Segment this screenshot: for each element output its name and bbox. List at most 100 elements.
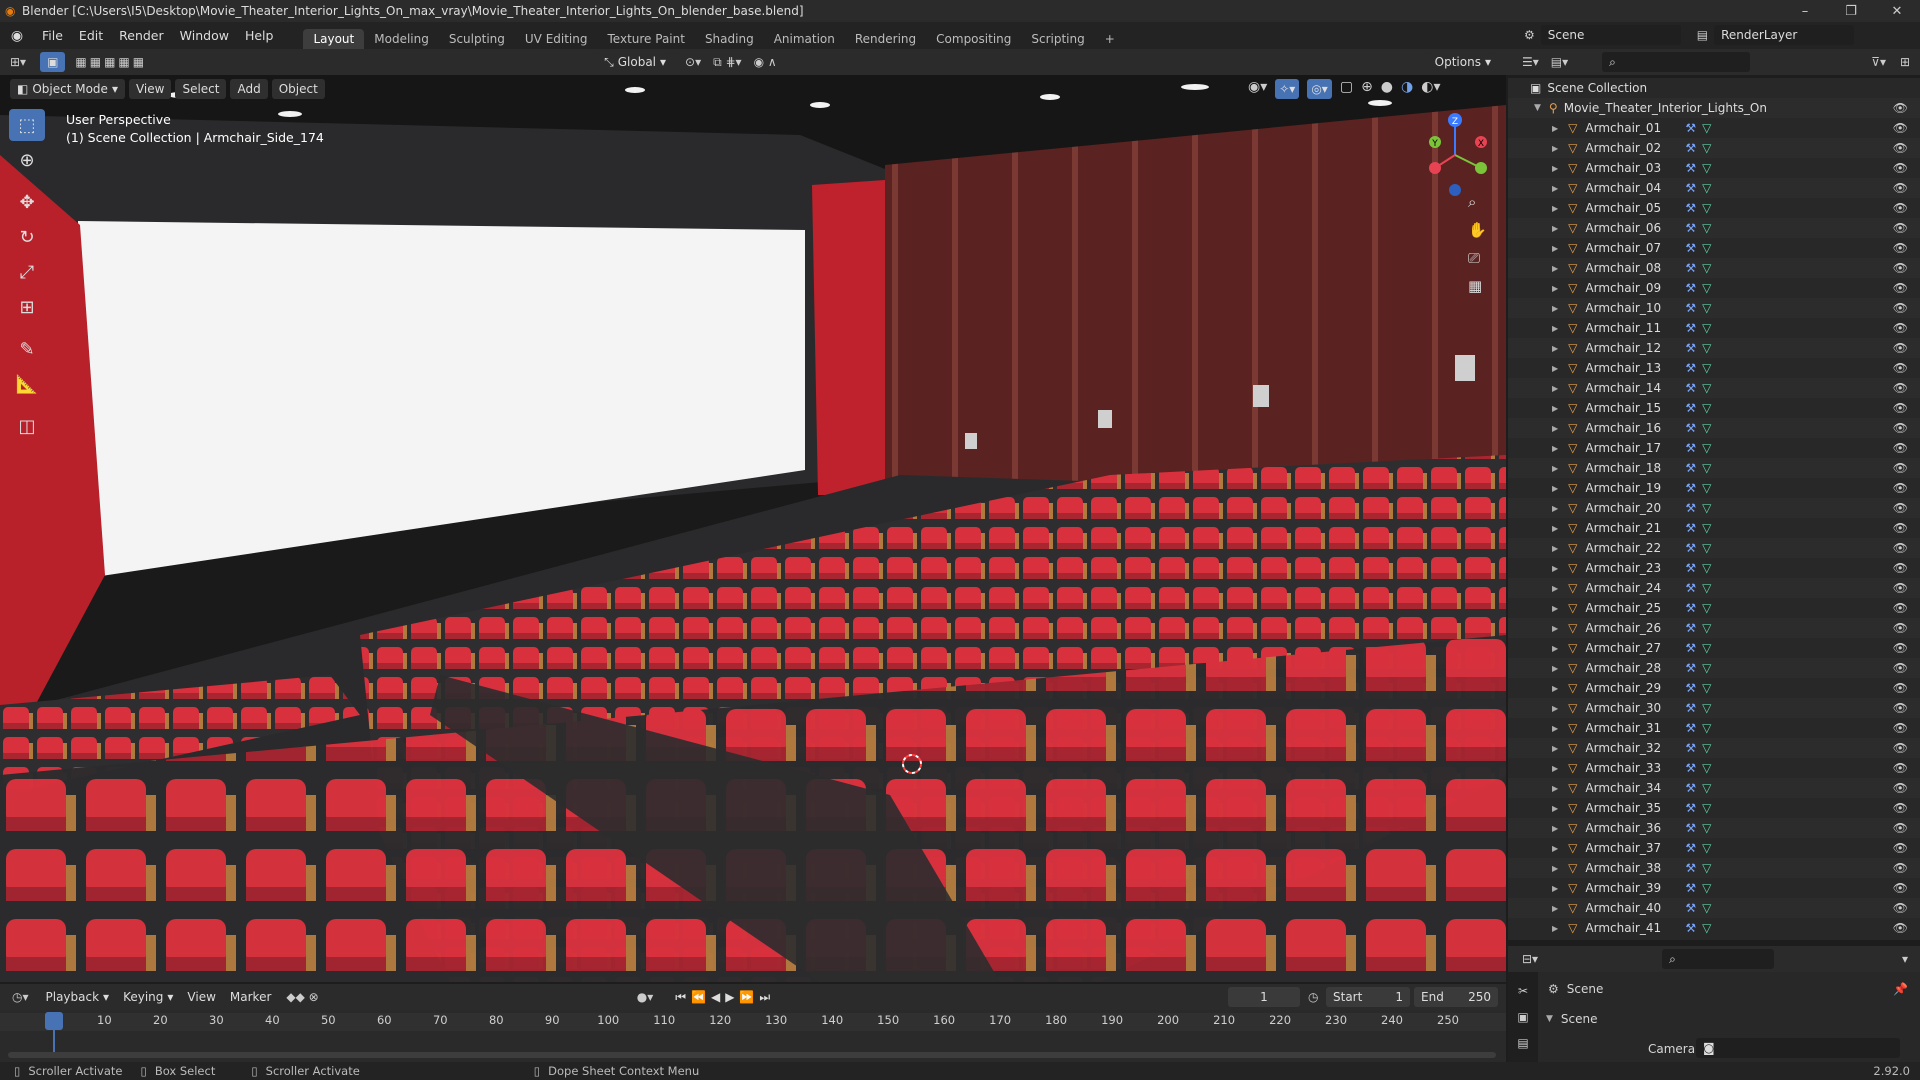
menu-playback[interactable]: Playback ▾ (38, 987, 117, 1007)
outliner-item[interactable]: ▶ ▽ Armchair_12 ⚒ ▽ 👁 (1508, 338, 1920, 358)
eye-icon[interactable]: 👁 (1893, 301, 1908, 315)
timeline-editor-icon[interactable]: ◷▾ (12, 990, 29, 1004)
expand-arrow-icon[interactable]: ▶ (1552, 204, 1558, 213)
expand-arrow-icon[interactable]: ▶ (1552, 484, 1558, 493)
modifier-wrench-icon[interactable]: ⚒ (1685, 801, 1696, 815)
modifier-wrench-icon[interactable]: ⚒ (1685, 821, 1696, 835)
keyframe-icons[interactable]: ◆◆ ⊗ (286, 990, 318, 1004)
eye-icon[interactable]: 👁 (1893, 101, 1908, 115)
modifier-wrench-icon[interactable]: ⚒ (1685, 841, 1696, 855)
render-tab-icon[interactable]: ▣ (1517, 1010, 1528, 1024)
expand-arrow-icon[interactable]: ▶ (1552, 224, 1558, 233)
mesh-data-icon[interactable]: ▽ (1702, 181, 1711, 195)
mesh-data-icon[interactable]: ▽ (1702, 721, 1711, 735)
playhead[interactable] (45, 1012, 63, 1030)
modifier-wrench-icon[interactable]: ⚒ (1685, 601, 1696, 615)
close-button[interactable]: ✕ (1874, 0, 1920, 22)
outliner-item[interactable]: ▶ ▽ Armchair_27 ⚒ ▽ 👁 (1508, 638, 1920, 658)
expand-arrow-icon[interactable]: ▶ (1552, 744, 1558, 753)
mesh-data-icon[interactable]: ▽ (1702, 421, 1711, 435)
mesh-data-icon[interactable]: ▽ (1702, 801, 1711, 815)
eye-icon[interactable]: 👁 (1893, 381, 1908, 395)
menu-view[interactable]: View (128, 79, 172, 99)
expand-arrow-icon[interactable]: ▶ (1552, 444, 1558, 453)
outliner-item[interactable]: ▶ ▽ Armchair_25 ⚒ ▽ 👁 (1508, 598, 1920, 618)
timeline-scrollbar[interactable] (8, 1052, 1496, 1058)
properties-options-icon[interactable]: ▾ (1902, 952, 1908, 966)
blender-menu-icon[interactable]: ◉ (0, 28, 34, 44)
eye-icon[interactable]: 👁 (1893, 681, 1908, 695)
modifier-wrench-icon[interactable]: ⚒ (1685, 341, 1696, 355)
expand-arrow-icon[interactable]: ▶ (1552, 124, 1558, 133)
outliner-item[interactable]: ▶ ▽ Armchair_30 ⚒ ▽ 👁 (1508, 698, 1920, 718)
expand-arrow-icon[interactable]: ▶ (1552, 424, 1558, 433)
eye-icon[interactable]: 👁 (1893, 821, 1908, 835)
scene-icon[interactable]: ⚙ (1524, 28, 1535, 42)
mesh-data-icon[interactable]: ▽ (1702, 481, 1711, 495)
mesh-data-icon[interactable]: ▽ (1702, 601, 1711, 615)
expand-arrow-icon[interactable]: ▶ (1552, 144, 1558, 153)
pivot-icon[interactable]: ⊙▾ (685, 55, 701, 69)
modifier-wrench-icon[interactable]: ⚒ (1685, 421, 1696, 435)
outliner-item[interactable]: ▶ ▽ Armchair_34 ⚒ ▽ 👁 (1508, 778, 1920, 798)
mesh-data-icon[interactable]: ▽ (1702, 161, 1711, 175)
outliner-item[interactable]: ▶ ▽ Armchair_21 ⚒ ▽ 👁 (1508, 518, 1920, 538)
expand-arrow-icon[interactable]: ▶ (1552, 664, 1558, 673)
outliner-item[interactable]: ▶ ▽ Armchair_38 ⚒ ▽ 👁 (1508, 858, 1920, 878)
expand-arrow-icon[interactable]: ▶ (1552, 904, 1558, 913)
mesh-data-icon[interactable]: ▽ (1702, 141, 1711, 155)
outliner-item[interactable]: ▶ ▽ Armchair_26 ⚒ ▽ 👁 (1508, 618, 1920, 638)
mesh-data-icon[interactable]: ▽ (1702, 281, 1711, 295)
start-frame-field[interactable]: Start 1 (1326, 987, 1410, 1007)
mode-dropdown[interactable]: ◧ Object Mode ▾ (10, 79, 125, 99)
expand-arrow-icon[interactable]: ▶ (1552, 264, 1558, 273)
mesh-data-icon[interactable]: ▽ (1702, 341, 1711, 355)
modifier-wrench-icon[interactable]: ⚒ (1685, 261, 1696, 275)
modifier-wrench-icon[interactable]: ⚒ (1685, 861, 1696, 875)
outliner-item[interactable]: ▶ ▽ Armchair_07 ⚒ ▽ 👁 (1508, 238, 1920, 258)
modifier-wrench-icon[interactable]: ⚒ (1685, 201, 1696, 215)
modifier-wrench-icon[interactable]: ⚒ (1685, 461, 1696, 475)
eye-icon[interactable]: 👁 (1893, 561, 1908, 575)
tab-uv-editing[interactable]: UV Editing (515, 29, 598, 49)
eye-icon[interactable]: 👁 (1893, 721, 1908, 735)
expand-arrow-icon[interactable]: ▶ (1552, 464, 1558, 473)
mesh-data-icon[interactable]: ▽ (1702, 521, 1711, 535)
modifier-wrench-icon[interactable]: ⚒ (1685, 781, 1696, 795)
panel-expand-icon[interactable]: ▼ (1546, 1014, 1553, 1024)
expand-arrow-icon[interactable]: ▶ (1552, 304, 1558, 313)
outliner-item[interactable]: ▶ ▽ Armchair_32 ⚒ ▽ 👁 (1508, 738, 1920, 758)
zoom-icon[interactable]: ⌕ (1468, 193, 1487, 211)
modifier-wrench-icon[interactable]: ⚒ (1685, 301, 1696, 315)
outliner-item[interactable]: ▶ ▽ Armchair_02 ⚒ ▽ 👁 (1508, 138, 1920, 158)
modifier-wrench-icon[interactable]: ⚒ (1685, 481, 1696, 495)
modifier-wrench-icon[interactable]: ⚒ (1685, 321, 1696, 335)
tab-texture-paint[interactable]: Texture Paint (598, 29, 695, 49)
rotate-tool-icon[interactable]: ↻ (9, 221, 45, 253)
modifier-wrench-icon[interactable]: ⚒ (1685, 721, 1696, 735)
expand-arrow-icon[interactable]: ▶ (1552, 564, 1558, 573)
modifier-wrench-icon[interactable]: ⚒ (1685, 761, 1696, 775)
expand-arrow-icon[interactable]: ▶ (1552, 384, 1558, 393)
eye-icon[interactable]: 👁 (1893, 501, 1908, 515)
outliner-item[interactable]: ▶ ▽ Armchair_31 ⚒ ▽ 👁 (1508, 718, 1920, 738)
menu-add[interactable]: Add (230, 79, 268, 99)
menu-keying[interactable]: Keying ▾ (116, 987, 181, 1007)
properties-search-input[interactable]: ⌕ (1662, 949, 1775, 969)
eye-icon[interactable]: 👁 (1893, 761, 1908, 775)
measure-tool-icon[interactable]: 📐 (9, 368, 45, 400)
mesh-data-icon[interactable]: ▽ (1702, 821, 1711, 835)
modifier-wrench-icon[interactable]: ⚒ (1685, 641, 1696, 655)
outliner-item[interactable]: ▶ ▽ Armchair_06 ⚒ ▽ 👁 (1508, 218, 1920, 238)
modifier-wrench-icon[interactable]: ⚒ (1685, 381, 1696, 395)
modifier-wrench-icon[interactable]: ⚒ (1685, 121, 1696, 135)
mesh-data-icon[interactable]: ▽ (1702, 261, 1711, 275)
modifier-wrench-icon[interactable]: ⚒ (1685, 521, 1696, 535)
expand-arrow-icon[interactable]: ▶ (1552, 244, 1558, 253)
tab-sculpting[interactable]: Sculpting (439, 29, 515, 49)
expand-arrow-icon[interactable]: ▶ (1552, 324, 1558, 333)
outliner-item[interactable]: ▶ ▽ Armchair_37 ⚒ ▽ 👁 (1508, 838, 1920, 858)
mesh-data-icon[interactable]: ▽ (1702, 621, 1711, 635)
record-icon[interactable]: ●▾ (637, 990, 654, 1004)
modifier-wrench-icon[interactable]: ⚒ (1685, 221, 1696, 235)
